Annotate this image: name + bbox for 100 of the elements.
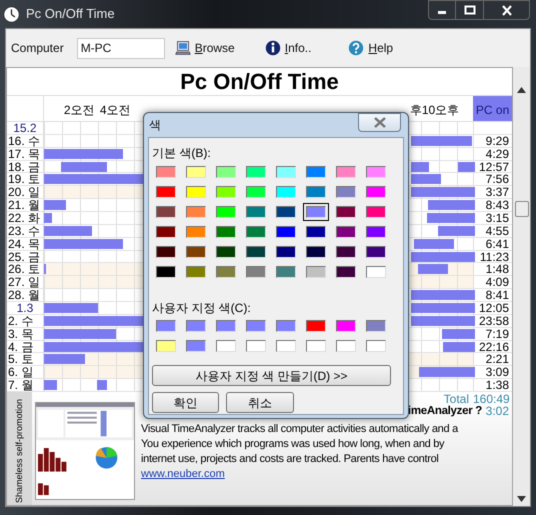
- color-swatch[interactable]: [153, 263, 179, 281]
- color-swatch[interactable]: [183, 203, 209, 221]
- color-swatch[interactable]: [363, 223, 389, 241]
- info-button[interactable]: Info..: [264, 39, 312, 57]
- color-swatch[interactable]: [153, 223, 179, 241]
- color-swatch[interactable]: [213, 223, 239, 241]
- color-swatch[interactable]: [333, 317, 359, 335]
- date-label: 21. 월: [8, 199, 40, 212]
- color-swatch[interactable]: [363, 183, 389, 201]
- color-swatch[interactable]: [213, 337, 239, 355]
- color-swatch[interactable]: [363, 203, 389, 221]
- color-swatch[interactable]: [303, 183, 329, 201]
- date-label: 25. 금: [8, 250, 40, 263]
- color-swatch[interactable]: [243, 203, 269, 221]
- color-swatch[interactable]: [183, 163, 209, 181]
- color-swatch[interactable]: [273, 263, 299, 281]
- color-swatch[interactable]: [273, 163, 299, 181]
- help-button[interactable]: Help: [348, 39, 394, 57]
- maximize-button[interactable]: [456, 0, 483, 20]
- close-button[interactable]: [483, 0, 530, 20]
- color-swatch[interactable]: [213, 317, 239, 335]
- usage-bar: [410, 162, 429, 172]
- color-swatch[interactable]: [273, 337, 299, 355]
- scroll-down-icon[interactable]: [517, 496, 526, 502]
- color-swatch[interactable]: [363, 163, 389, 181]
- cancel-button[interactable]: 취소: [226, 392, 294, 413]
- color-swatch[interactable]: [273, 317, 299, 335]
- minimize-button[interactable]: [428, 0, 456, 20]
- color-swatch[interactable]: [153, 243, 179, 261]
- color-swatch[interactable]: [303, 243, 329, 261]
- total-label: Total: [444, 393, 469, 406]
- monitor-icon: [174, 40, 191, 56]
- color-swatch[interactable]: [273, 183, 299, 201]
- duration-value: 3:37: [486, 186, 509, 198]
- usage-bar: [410, 316, 475, 326]
- color-swatch[interactable]: [153, 337, 179, 355]
- color-swatch[interactable]: [333, 203, 359, 221]
- color-swatch[interactable]: [303, 203, 329, 221]
- report-title: Pc On/Off Time: [7, 68, 512, 96]
- ok-button[interactable]: 확인: [152, 392, 219, 413]
- date-label: 3. 목: [8, 328, 34, 340]
- color-swatch[interactable]: [333, 337, 359, 355]
- color-swatch[interactable]: [213, 183, 239, 201]
- color-swatch[interactable]: [153, 183, 179, 201]
- color-swatch[interactable]: [153, 203, 179, 221]
- color-swatch[interactable]: [183, 263, 209, 281]
- duration-value: 22:16: [478, 340, 509, 353]
- dialog-title: 색: [149, 117, 161, 134]
- color-swatch[interactable]: [183, 243, 209, 261]
- color-swatch[interactable]: [183, 183, 209, 201]
- color-swatch[interactable]: [183, 317, 209, 335]
- color-swatch[interactable]: [243, 223, 269, 241]
- usage-bar: [428, 200, 475, 210]
- color-swatch[interactable]: [243, 243, 269, 261]
- color-swatch[interactable]: [213, 163, 239, 181]
- color-swatch[interactable]: [333, 183, 359, 201]
- usage-bar: [442, 328, 475, 339]
- color-swatch[interactable]: [183, 223, 209, 241]
- color-swatch[interactable]: [303, 317, 329, 335]
- color-swatch[interactable]: [333, 223, 359, 241]
- average-value: 3:02: [484, 405, 510, 418]
- duration-value: 3:15: [486, 212, 509, 224]
- window-title: Pc On/Off Time: [26, 5, 115, 24]
- website-link[interactable]: www.neuber.com: [141, 467, 225, 482]
- color-swatch[interactable]: [243, 183, 269, 201]
- duration-value: 8:41: [486, 289, 509, 302]
- color-swatch[interactable]: [363, 317, 389, 335]
- color-swatch[interactable]: [303, 163, 329, 181]
- color-swatch[interactable]: [243, 263, 269, 281]
- scroll-up-icon[interactable]: [517, 87, 526, 93]
- color-swatch[interactable]: [333, 163, 359, 181]
- close-icon: [372, 117, 386, 128]
- color-swatch[interactable]: [363, 263, 389, 281]
- color-swatch[interactable]: [153, 163, 179, 181]
- color-swatch[interactable]: [273, 223, 299, 241]
- color-swatch[interactable]: [303, 223, 329, 241]
- computer-field[interactable]: M-PC: [76, 38, 165, 58]
- usage-bar: [410, 252, 475, 262]
- color-swatch[interactable]: [273, 243, 299, 261]
- color-swatch[interactable]: [243, 317, 269, 335]
- color-swatch[interactable]: [153, 317, 179, 335]
- color-swatch[interactable]: [213, 243, 239, 261]
- color-swatch[interactable]: [213, 203, 239, 221]
- color-swatch[interactable]: [333, 243, 359, 261]
- color-swatch[interactable]: [213, 263, 239, 281]
- promo-text: Visual TimeAnalyzer tracks all computer activities automatically and a: [141, 422, 460, 438]
- define-colors-button[interactable]: 사용자 지정 색 만들기(D) >>: [152, 365, 391, 386]
- color-swatch[interactable]: [243, 337, 269, 355]
- color-swatch[interactable]: [333, 263, 359, 281]
- color-swatch[interactable]: [183, 337, 209, 355]
- color-swatch[interactable]: [243, 163, 269, 181]
- scrollbar-thumb[interactable]: [514, 201, 528, 217]
- color-swatch[interactable]: [303, 337, 329, 355]
- browse-button[interactable]: Browse: [174, 39, 235, 57]
- color-swatch[interactable]: [363, 337, 389, 355]
- color-swatch[interactable]: [303, 263, 329, 281]
- color-swatch[interactable]: [273, 203, 299, 221]
- color-swatch[interactable]: [363, 243, 389, 261]
- date-label: 28. 월: [8, 289, 40, 302]
- usage-bar: [418, 264, 448, 274]
